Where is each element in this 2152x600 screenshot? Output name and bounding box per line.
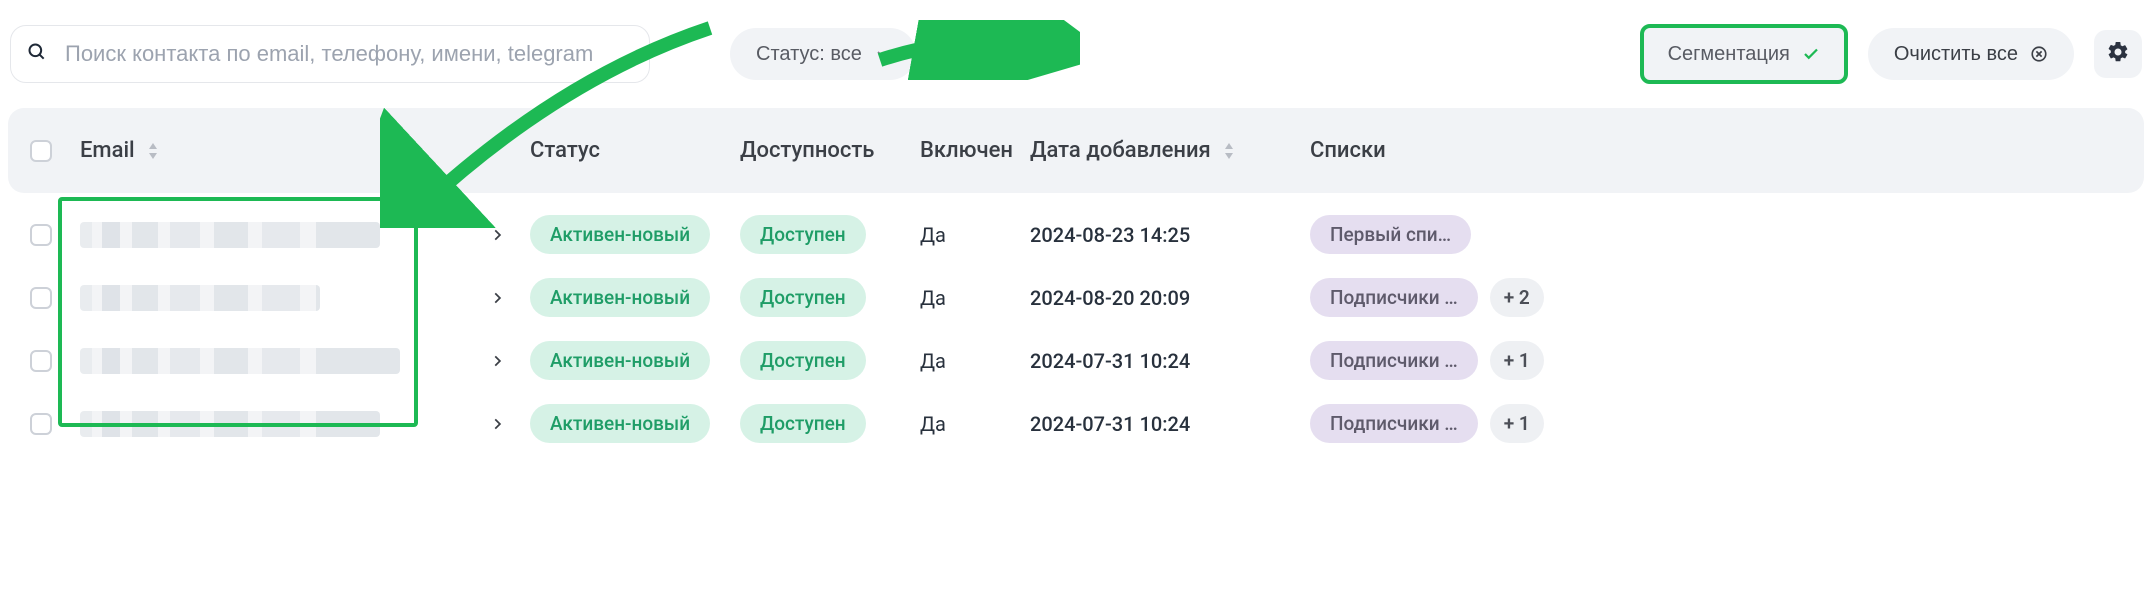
clear-all-label: Очистить все bbox=[1894, 43, 2018, 66]
column-enabled[interactable]: Включен bbox=[920, 138, 1030, 163]
expand-row-button[interactable] bbox=[490, 286, 530, 310]
status-badge: Активен-новый bbox=[530, 215, 710, 254]
column-email-label: Email bbox=[80, 138, 135, 163]
status-badge: Активен-новый bbox=[530, 341, 710, 380]
date-value: 2024-08-20 20:09 bbox=[1030, 286, 1190, 310]
segment-chip[interactable]: Сегментация bbox=[1640, 24, 1848, 84]
check-icon bbox=[1802, 45, 1820, 63]
more-lists-badge[interactable]: + 1 bbox=[1490, 341, 1544, 380]
enabled-value: Да bbox=[920, 349, 946, 373]
email-redacted bbox=[80, 348, 400, 374]
table-row[interactable]: Активен-новый Доступен Да 2024-08-20 20:… bbox=[8, 266, 2144, 329]
email-redacted bbox=[80, 222, 380, 248]
enabled-value: Да bbox=[920, 286, 946, 310]
column-status[interactable]: Статус bbox=[530, 138, 740, 163]
segment-label: Сегментация bbox=[1668, 43, 1790, 66]
select-all-checkbox[interactable] bbox=[30, 140, 52, 162]
column-date-label: Дата добавления bbox=[1030, 138, 1211, 163]
column-availability-label: Доступность bbox=[740, 138, 874, 163]
column-availability[interactable]: Доступность bbox=[740, 138, 920, 163]
row-checkbox[interactable] bbox=[30, 350, 52, 372]
chevron-down-icon bbox=[874, 46, 890, 62]
row-checkbox[interactable] bbox=[30, 224, 52, 246]
list-badge[interactable]: Первый спи… bbox=[1310, 215, 1471, 254]
expand-row-button[interactable] bbox=[490, 349, 530, 373]
date-value: 2024-07-31 10:24 bbox=[1030, 349, 1190, 373]
enabled-value: Да bbox=[920, 223, 946, 247]
status-badge: Активен-новый bbox=[530, 278, 710, 317]
gear-icon bbox=[2106, 40, 2130, 69]
email-redacted bbox=[80, 411, 380, 437]
table-header: Email Статус Доступность Включен Дата до… bbox=[8, 108, 2144, 193]
close-circle-icon bbox=[2030, 45, 2048, 63]
column-lists-label: Списки bbox=[1310, 138, 1386, 163]
email-redacted bbox=[80, 285, 320, 311]
more-lists-badge[interactable]: + 1 bbox=[1490, 404, 1544, 443]
more-lists-badge[interactable]: + 2 bbox=[1490, 278, 1544, 317]
table-row[interactable]: Активен-новый Доступен Да 2024-08-23 14:… bbox=[8, 203, 2144, 266]
list-badge[interactable]: Подписчики … bbox=[1310, 404, 1478, 443]
clear-all-chip[interactable]: Очистить все bbox=[1868, 28, 2074, 80]
table-body: Активен-новый Доступен Да 2024-08-23 14:… bbox=[0, 193, 2152, 455]
search-input[interactable] bbox=[65, 41, 633, 67]
availability-badge: Доступен bbox=[740, 278, 866, 317]
status-badge: Активен-новый bbox=[530, 404, 710, 443]
column-status-label: Статус bbox=[530, 138, 600, 163]
column-lists[interactable]: Списки bbox=[1310, 138, 1550, 163]
date-value: 2024-07-31 10:24 bbox=[1030, 412, 1190, 436]
expand-row-button[interactable] bbox=[490, 412, 530, 436]
status-filter-chip[interactable]: Статус: все bbox=[730, 28, 916, 80]
date-value: 2024-08-23 14:25 bbox=[1030, 223, 1190, 247]
availability-badge: Доступен bbox=[740, 341, 866, 380]
enabled-value: Да bbox=[920, 412, 946, 436]
table-row[interactable]: Активен-новый Доступен Да 2024-07-31 10:… bbox=[8, 392, 2144, 455]
search-container[interactable] bbox=[10, 25, 650, 83]
toolbar: Статус: все Сегментация Очистить все bbox=[0, 0, 2152, 108]
table-row[interactable]: Активен-новый Доступен Да 2024-07-31 10:… bbox=[8, 329, 2144, 392]
list-badge[interactable]: Подписчики … bbox=[1310, 278, 1478, 317]
list-badge[interactable]: Подписчики … bbox=[1310, 341, 1478, 380]
sort-icon bbox=[147, 141, 159, 161]
column-enabled-label: Включен bbox=[920, 138, 1013, 163]
sort-icon bbox=[1223, 141, 1235, 161]
availability-badge: Доступен bbox=[740, 215, 866, 254]
row-checkbox[interactable] bbox=[30, 287, 52, 309]
settings-button[interactable] bbox=[2094, 30, 2142, 78]
row-checkbox[interactable] bbox=[30, 413, 52, 435]
column-date[interactable]: Дата добавления bbox=[1030, 138, 1310, 163]
search-icon bbox=[27, 42, 47, 67]
availability-badge: Доступен bbox=[740, 404, 866, 443]
status-filter-label: Статус: все bbox=[756, 43, 862, 66]
expand-row-button[interactable] bbox=[490, 223, 530, 247]
column-email[interactable]: Email bbox=[80, 138, 490, 163]
